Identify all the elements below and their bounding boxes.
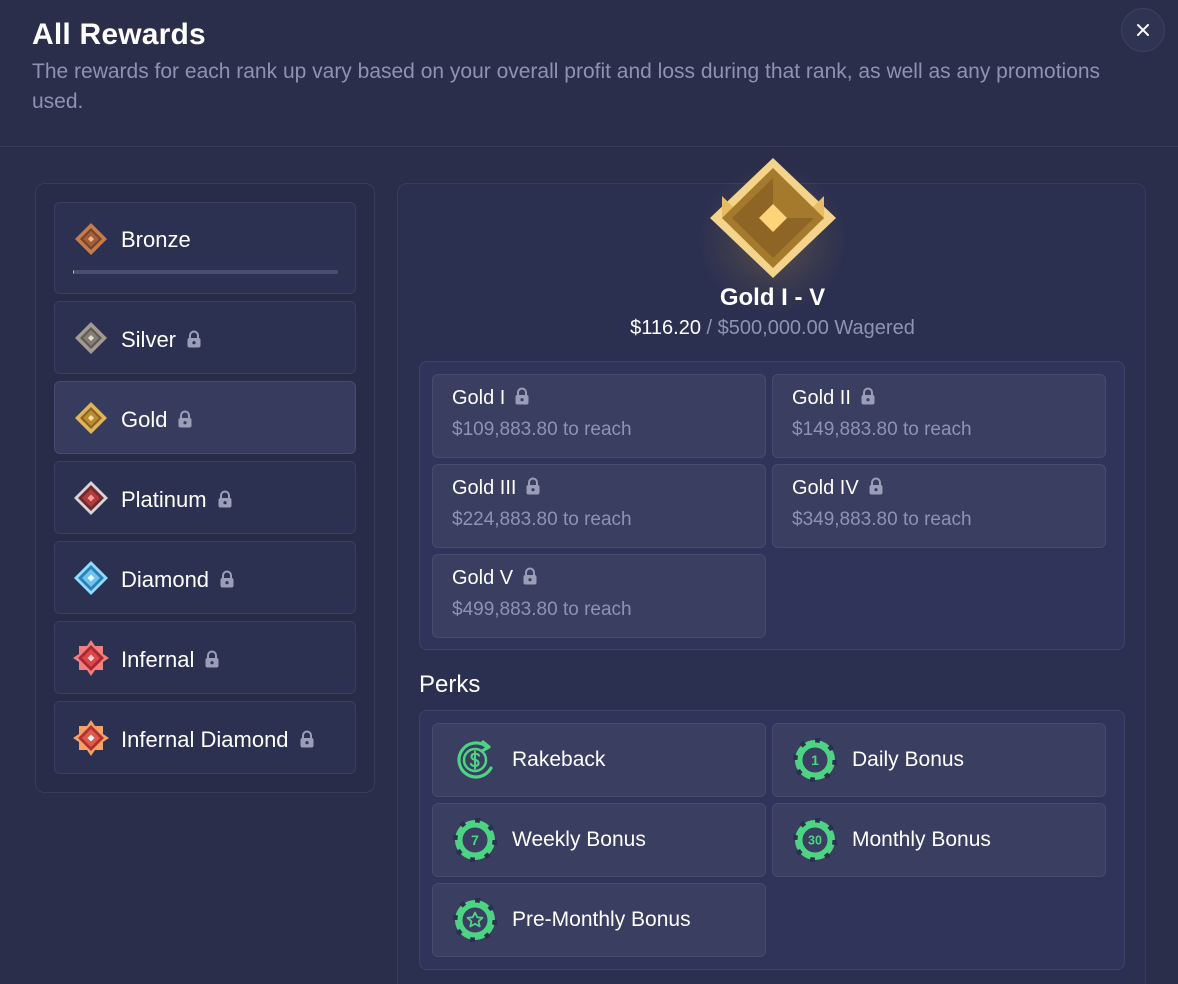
tier-name: Gold III (452, 477, 541, 500)
perk-label: Weekly Bonus (512, 828, 646, 851)
rank-item-gold[interactable]: Gold (54, 381, 356, 454)
tier-card-gold-iii: Gold III $224,883.80 to reach (432, 464, 766, 548)
daily-bonus-chip-icon: 1 (793, 738, 837, 782)
tier-card-gold-v: Gold V $499,883.80 to reach (432, 554, 766, 638)
tier-name: Gold V (452, 567, 538, 590)
lock-icon (861, 387, 875, 405)
rank-progress-bar (73, 270, 338, 274)
tier-reach-text: $499,883.80 to reach (452, 599, 632, 620)
close-icon (1137, 24, 1149, 36)
perk-card-monthly-bonus: 30 Monthly Bonus (772, 803, 1106, 877)
perk-label: Pre-Monthly Bonus (512, 908, 691, 931)
tier-name: Gold II (792, 387, 876, 410)
perks-heading: Perks (419, 671, 481, 698)
lock-icon (220, 570, 234, 588)
rank-detail-panel: Gold I - V $116.20 / $500,000.00 Wagered… (397, 158, 1147, 984)
svg-text:30: 30 (808, 834, 822, 848)
rank-label: Infernal (121, 647, 220, 673)
modal-title: All Rewards (32, 18, 206, 51)
rank-item-infernal[interactable]: Infernal (54, 621, 356, 694)
lock-icon (526, 477, 540, 495)
wagered-current: $116.20 (630, 317, 701, 339)
pre-monthly-bonus-chip-icon (453, 898, 497, 942)
tier-reach-text: $224,883.80 to reach (452, 509, 632, 530)
rank-item-infernal-diamond[interactable]: Infernal Diamond (54, 701, 356, 774)
rank-progress-fill (73, 270, 75, 274)
all-rewards-modal: All Rewards The rewards for each rank up… (0, 0, 1178, 984)
tier-name: Gold IV (792, 477, 884, 500)
rank-list: Bronze Silver Gold Platinum Diamond Infe… (35, 183, 375, 793)
perk-label: Daily Bonus (852, 748, 965, 771)
perk-card-daily-bonus: 1 Daily Bonus (772, 723, 1106, 797)
tier-card-gold-ii: Gold II $149,883.80 to reach (772, 374, 1106, 458)
perk-label: Monthly Bonus (852, 828, 991, 851)
lock-icon (218, 490, 232, 508)
rank-item-silver[interactable]: Silver (54, 301, 356, 374)
perk-label: Rakeback (512, 748, 606, 771)
tier-card-gold-i: Gold I $109,883.80 to reach (432, 374, 766, 458)
lock-icon (187, 330, 201, 348)
rank-label: Platinum (121, 487, 233, 513)
rank-label: Gold (121, 407, 193, 433)
perk-card-weekly-bonus: 7 Weekly Bonus (432, 803, 766, 877)
modal-header: All Rewards The rewards for each rank up… (0, 0, 1178, 147)
bronze-rank-icon (75, 223, 107, 255)
gold-rank-badge-icon (710, 158, 836, 278)
svg-text:1: 1 (811, 752, 819, 768)
lock-icon (523, 567, 537, 585)
selected-rank-title: Gold I - V (719, 284, 826, 311)
monthly-bonus-chip-icon: 30 (793, 818, 837, 862)
rank-label: Infernal Diamond (121, 727, 315, 753)
lock-icon (178, 410, 192, 428)
perk-card-rakeback: Rakeback (432, 723, 766, 797)
infernal-rank-icon (73, 640, 109, 676)
perk-list: Rakeback 1 Daily Bonus 7 Weekly Bonus 30… (419, 710, 1125, 970)
silver-rank-icon (75, 322, 107, 354)
lock-icon (205, 650, 219, 668)
wager-progress-text: $116.20 / $500,000.00 Wagered (398, 317, 1147, 340)
rank-item-diamond[interactable]: Diamond (54, 541, 356, 614)
tier-reach-text: $149,883.80 to reach (792, 419, 972, 440)
rank-item-bronze[interactable]: Bronze (54, 202, 356, 294)
tier-list: Gold I $109,883.80 to reach Gold II $149… (419, 361, 1125, 650)
platinum-rank-icon (74, 481, 108, 515)
wagered-separator: / (700, 317, 718, 339)
rank-label: Diamond (121, 567, 235, 593)
wagered-target: $500,000.00 Wagered (717, 317, 915, 339)
perk-card-pre-monthly-bonus: Pre-Monthly Bonus (432, 883, 766, 957)
lock-icon (515, 387, 529, 405)
weekly-bonus-chip-icon: 7 (453, 818, 497, 862)
tier-reach-text: $349,883.80 to reach (792, 509, 972, 530)
diamond-rank-icon (74, 561, 108, 595)
lock-icon (869, 477, 883, 495)
svg-text:7: 7 (471, 832, 479, 848)
tier-card-gold-iv: Gold IV $349,883.80 to reach (772, 464, 1106, 548)
rank-label: Bronze (121, 227, 191, 252)
infernal-diamond-rank-icon (73, 720, 109, 756)
rank-item-platinum[interactable]: Platinum (54, 461, 356, 534)
lock-icon (300, 730, 314, 748)
gold-rank-icon (75, 402, 107, 434)
modal-subtitle: The rewards for each rank up vary based … (32, 60, 1101, 113)
close-button[interactable] (1121, 8, 1165, 52)
tier-reach-text: $109,883.80 to reach (452, 419, 632, 440)
rakeback-icon (457, 740, 493, 779)
tier-name: Gold I (452, 387, 530, 410)
rank-label: Silver (121, 327, 202, 353)
